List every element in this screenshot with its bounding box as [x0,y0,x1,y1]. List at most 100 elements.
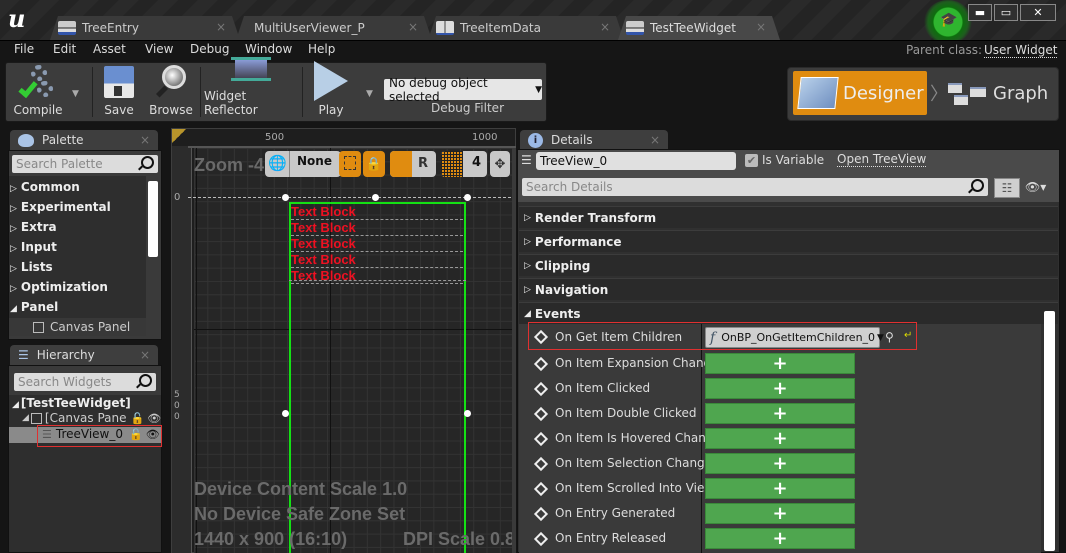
hierarchy-search-input[interactable]: Search Widgets [14,373,156,391]
menu-view[interactable]: View [145,42,173,56]
add-event-button[interactable]: + [705,478,855,499]
unlock-icon[interactable]: 🔓 [129,428,143,441]
category-label: Experimental [20,200,111,214]
resize-handle[interactable] [464,410,471,417]
palette-search-input[interactable]: Search Palette [12,155,158,173]
palette-category-experimental[interactable]: ▷ Experimental [10,200,111,214]
compile-button[interactable]: Compile [8,63,68,121]
details-tab[interactable]: i Details × [520,130,668,150]
text-block[interactable]: Text Block [291,252,463,268]
toolbar-separator [200,67,201,117]
close-tab-icon[interactable]: × [408,20,418,34]
bound-function-select[interactable]: f OnBP_OnGetItemChildren_0 ▼ [705,327,884,348]
hierarchy-item-label: [Canvas Pane [44,411,127,425]
palette-category-lists[interactable]: ▷ Lists [10,260,53,274]
menu-debug[interactable]: Debug [190,42,229,56]
section-render-transform[interactable]: ▷ Render Transform [519,206,1058,228]
compile-options-dropdown[interactable]: ▼ [72,89,79,99]
view-options-button[interactable]: 👁▾ [1025,180,1046,194]
grid-snap-control[interactable]: 4 [441,151,487,177]
play-options-dropdown[interactable]: ▼ [366,89,373,99]
widget-reflector-button[interactable]: Widget Reflector [204,57,298,121]
eye-visibility-icon[interactable]: 👁 [146,428,160,441]
close-tab-icon[interactable]: × [600,20,610,34]
outline-toggle[interactable] [339,151,361,177]
tab-multi-user-viewer[interactable]: MultiUserViewer_P × [236,16,432,40]
tab-tree-item-data[interactable]: TreeItemData × [428,16,624,40]
respect-locks-control[interactable]: R [390,151,436,177]
hierarchy-canvas-panel-item[interactable]: ◢ [Canvas Pane 🔓 👁 [22,411,161,425]
section-navigation[interactable]: ▷ Navigation [519,278,1058,300]
designer-mode-button[interactable]: Designer [793,71,927,115]
eye-visibility-icon[interactable]: 👁 [147,412,161,425]
details-scrollbar[interactable] [1044,311,1055,551]
minimize-button[interactable]: ▬ [968,4,992,21]
close-window-button[interactable]: ✕ [1020,4,1056,21]
play-button[interactable]: Play [306,61,356,121]
close-tab-icon[interactable]: × [216,20,226,34]
clear-binding-icon[interactable]: ↵ [904,330,912,341]
menu-asset[interactable]: Asset [93,42,126,56]
expand-arrow-icon: ▷ [524,284,531,295]
tutorial-help-button[interactable]: 🎓 [924,0,972,44]
locale-preview-control[interactable]: 🌐 None [265,151,341,177]
unlock-icon[interactable]: 🔓 [131,412,145,425]
add-event-button[interactable]: + [705,403,855,424]
text-block[interactable]: Text Block [291,268,463,284]
palette-item-canvas-panel[interactable]: Canvas Panel [9,318,146,336]
menu-help[interactable]: Help [308,42,335,56]
designer-pencil-icon [797,77,839,109]
close-tab-icon[interactable]: × [756,20,766,34]
palette-scrollbar[interactable] [148,181,158,257]
palette-tab[interactable]: Palette × [10,130,158,150]
hierarchy-tab[interactable]: ☰ Hierarchy × [10,345,158,365]
menu-file[interactable]: File [14,42,34,56]
resize-handle[interactable] [282,194,289,201]
save-button[interactable]: Save [98,63,140,121]
palette-category-common[interactable]: ▷ Common [10,180,80,194]
add-event-button[interactable]: + [705,378,855,399]
hierarchy-root-item[interactable]: ◢ [TestTeeWidget] [12,396,131,410]
hierarchy-treeview-item[interactable]: ☰ TreeView_0 🔓 👁 [42,427,160,441]
add-event-button[interactable]: + [705,528,855,549]
property-matrix-button[interactable]: ☷ [994,178,1020,198]
close-panel-icon[interactable]: × [140,348,150,362]
open-treeview-link[interactable]: Open TreeView [837,152,927,167]
close-panel-icon[interactable]: × [140,133,150,147]
text-block[interactable]: Text Block [291,236,463,252]
lock-toggle[interactable]: 🔒 [363,151,385,177]
ruler-digit: 0 [174,412,180,422]
section-clipping[interactable]: ▷ Clipping [519,254,1058,276]
palette-category-panel[interactable]: ◢ Panel [10,300,58,314]
details-search-input[interactable]: Search Details [522,178,988,196]
add-event-button[interactable]: + [705,503,855,524]
resize-handle[interactable] [464,194,471,201]
menu-window[interactable]: Window [245,42,292,56]
palette-category-input[interactable]: ▷ Input [10,240,57,254]
text-block[interactable]: Text Block [291,220,463,236]
category-label: Optimization [20,280,108,294]
palette-category-extra[interactable]: ▷ Extra [10,220,57,234]
graph-mode-button[interactable]: Graph [948,71,1048,115]
menu-edit[interactable]: Edit [53,42,76,56]
find-function-button[interactable]: ⚲ [885,330,894,344]
tab-tree-entry[interactable]: TreeEntry × [50,16,240,40]
section-performance[interactable]: ▷ Performance [519,230,1058,252]
maximize-button[interactable]: ▭ [994,4,1018,21]
add-event-button[interactable]: + [705,428,855,449]
debug-object-select[interactable]: No debug object selected ▼ [384,76,542,104]
resize-handle[interactable] [372,194,379,201]
add-event-button[interactable]: + [705,353,855,374]
text-block[interactable]: Text Block [291,204,463,220]
add-event-button[interactable]: + [705,453,855,474]
palette-category-optimization[interactable]: ▷ Optimization [10,280,108,294]
tab-test-tee-widget[interactable]: TestTeeWidget × [618,16,780,40]
is-variable-checkbox[interactable]: ✔ [745,154,758,167]
section-events[interactable]: ◢ Events [519,302,1058,324]
widget-name-input[interactable]: TreeView_0 [536,152,736,170]
resize-handle[interactable] [282,410,289,417]
fit-to-screen-button[interactable]: ✥ [490,151,510,177]
close-panel-icon[interactable]: × [650,133,660,147]
parent-class-link[interactable]: User Widget [984,43,1058,58]
browse-button[interactable]: Browse [146,63,196,121]
